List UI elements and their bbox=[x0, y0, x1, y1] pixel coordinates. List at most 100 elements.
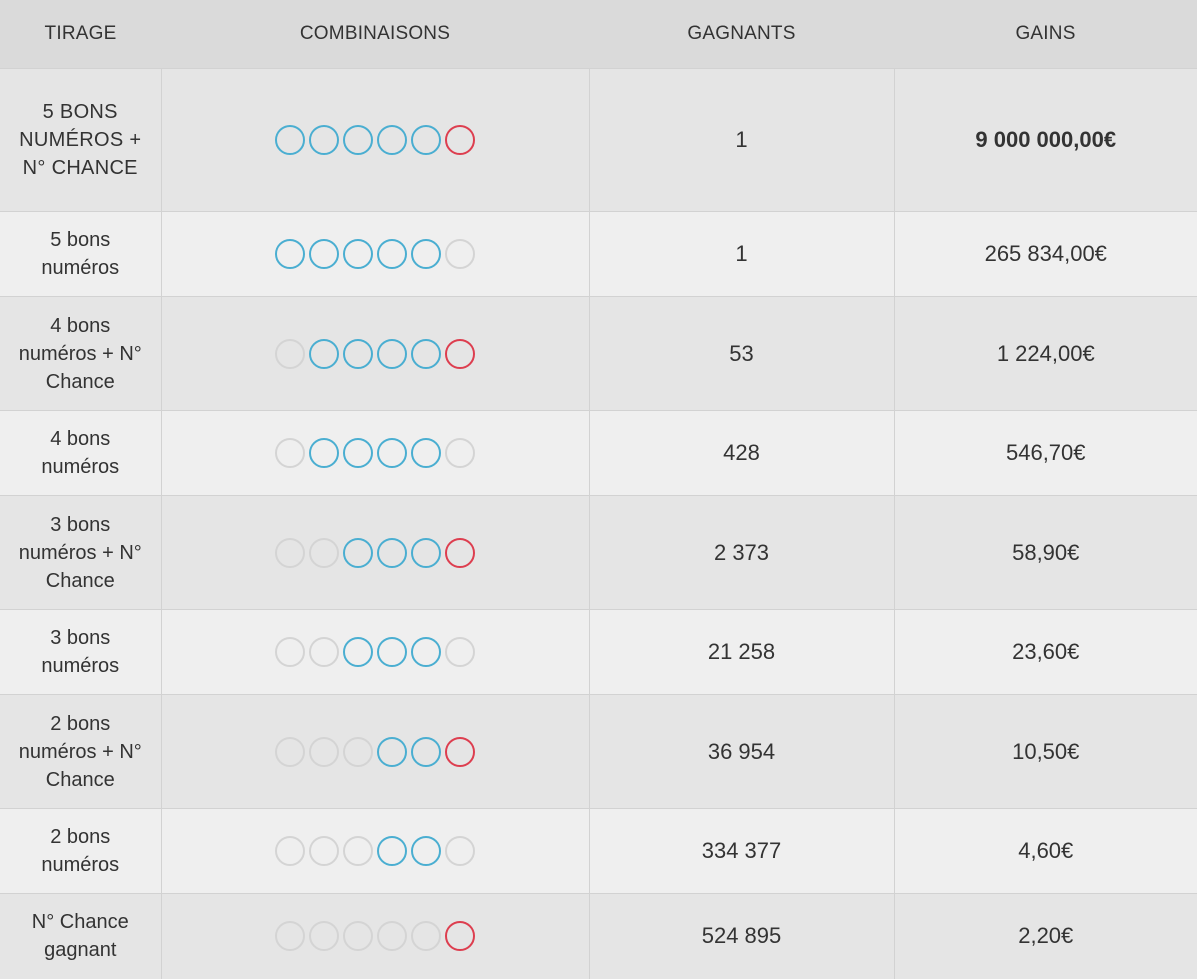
matched-number-ball-icon bbox=[343, 537, 373, 568]
gagnants-cell: 524 895 bbox=[589, 893, 895, 979]
combinaison-cell bbox=[161, 211, 590, 297]
matched-number-ball-icon bbox=[309, 438, 339, 468]
matched-number-ball-icon bbox=[343, 438, 373, 468]
chance-number-ball-icon bbox=[445, 537, 475, 568]
combinaison-cell bbox=[161, 808, 590, 894]
matched-number-ball-icon bbox=[309, 338, 339, 369]
combination-balls bbox=[275, 338, 475, 369]
empty-ball-icon bbox=[377, 921, 407, 952]
gagnants-cell: 1 bbox=[589, 211, 895, 297]
combinaison-cell bbox=[161, 296, 590, 411]
table-row: N° Chance gagnant 524 895 2,20€ bbox=[0, 893, 1197, 979]
matched-number-ball-icon bbox=[377, 239, 407, 269]
combinaison-cell bbox=[161, 694, 590, 809]
empty-ball-icon bbox=[309, 921, 339, 952]
empty-ball-icon bbox=[343, 836, 373, 866]
matched-number-ball-icon bbox=[377, 836, 407, 866]
matched-number-ball-icon bbox=[309, 125, 339, 155]
matched-number-ball-icon bbox=[411, 736, 441, 767]
table-row: 2 bons numéros + N° Chance 36 954 10,50€ bbox=[0, 694, 1197, 809]
gains-cell: 10,50€ bbox=[894, 694, 1197, 809]
gagnants-cell: 36 954 bbox=[589, 694, 895, 809]
gains-cell: 58,90€ bbox=[894, 495, 1197, 610]
table-row: 2 bons numéros 334 377 4,60€ bbox=[0, 808, 1197, 894]
combinaison-cell bbox=[161, 893, 590, 979]
matched-number-ball-icon bbox=[411, 537, 441, 568]
table-row: 3 bons numéros 21 258 23,60€ bbox=[0, 609, 1197, 695]
matched-number-ball-icon bbox=[411, 438, 441, 468]
empty-ball-icon bbox=[309, 836, 339, 866]
tirage-cell: 4 bons numéros + N° Chance bbox=[0, 296, 162, 411]
matched-number-ball-icon bbox=[343, 125, 373, 155]
gagnants-cell: 53 bbox=[589, 296, 895, 411]
matched-number-ball-icon bbox=[377, 736, 407, 767]
empty-ball-icon bbox=[275, 537, 305, 568]
results-table: TIRAGE COMBINAISONS GAGNANTS GAINS 5 BON… bbox=[0, 0, 1197, 979]
matched-number-ball-icon bbox=[377, 125, 407, 155]
combination-balls bbox=[275, 637, 475, 667]
chance-number-ball-icon bbox=[445, 338, 475, 369]
combination-balls bbox=[275, 921, 475, 952]
combination-balls bbox=[275, 438, 475, 468]
table-row: 4 bons numéros 428 546,70€ bbox=[0, 410, 1197, 496]
empty-ball-icon bbox=[411, 921, 441, 952]
empty-ball-icon bbox=[275, 637, 305, 667]
table-row: 3 bons numéros + N° Chance 2 373 58,90€ bbox=[0, 495, 1197, 610]
matched-number-ball-icon bbox=[411, 239, 441, 269]
matched-number-ball-icon bbox=[343, 239, 373, 269]
matched-number-ball-icon bbox=[411, 836, 441, 866]
tirage-cell: 5 bons numéros bbox=[0, 211, 162, 297]
combinaison-cell bbox=[161, 410, 590, 496]
empty-ball-icon bbox=[309, 736, 339, 767]
combination-balls bbox=[275, 537, 475, 568]
matched-number-ball-icon bbox=[309, 239, 339, 269]
combination-balls bbox=[275, 736, 475, 767]
gains-cell: 4,60€ bbox=[894, 808, 1197, 894]
matched-number-ball-icon bbox=[275, 125, 305, 155]
table-row: 5 bons numéros 1 265 834,00€ bbox=[0, 211, 1197, 297]
tirage-cell: 2 bons numéros bbox=[0, 808, 162, 894]
matched-number-ball-icon bbox=[377, 438, 407, 468]
gains-cell: 9 000 000,00€ bbox=[894, 68, 1197, 212]
tirage-cell: 3 bons numéros + N° Chance bbox=[0, 495, 162, 610]
combinaison-cell bbox=[161, 495, 590, 610]
matched-number-ball-icon bbox=[377, 637, 407, 667]
matched-number-ball-icon bbox=[411, 125, 441, 155]
chance-number-ball-icon bbox=[445, 921, 475, 952]
empty-ball-icon bbox=[309, 537, 339, 568]
combination-balls bbox=[275, 239, 475, 269]
matched-number-ball-icon bbox=[377, 338, 407, 369]
gains-cell: 23,60€ bbox=[894, 609, 1197, 695]
gains-cell: 265 834,00€ bbox=[894, 211, 1197, 297]
combinaison-cell bbox=[161, 609, 590, 695]
empty-ball-icon bbox=[275, 736, 305, 767]
empty-ball-icon bbox=[445, 637, 475, 667]
matched-number-ball-icon bbox=[377, 537, 407, 568]
empty-ball-icon bbox=[309, 637, 339, 667]
header-combinaisons: COMBINAISONS bbox=[161, 0, 589, 69]
gagnants-cell: 21 258 bbox=[589, 609, 895, 695]
empty-ball-icon bbox=[343, 921, 373, 952]
gagnants-cell: 2 373 bbox=[589, 495, 895, 610]
empty-ball-icon bbox=[275, 836, 305, 866]
matched-number-ball-icon bbox=[411, 637, 441, 667]
gains-cell: 546,70€ bbox=[894, 410, 1197, 496]
tirage-cell: 2 bons numéros + N° Chance bbox=[0, 694, 162, 809]
table-header: TIRAGE COMBINAISONS GAGNANTS GAINS bbox=[0, 0, 1197, 69]
tirage-cell: 4 bons numéros bbox=[0, 410, 162, 496]
tirage-cell: 3 bons numéros bbox=[0, 609, 162, 695]
empty-ball-icon bbox=[445, 239, 475, 269]
empty-ball-icon bbox=[445, 438, 475, 468]
combinaison-cell bbox=[161, 68, 590, 212]
matched-number-ball-icon bbox=[275, 239, 305, 269]
combination-balls bbox=[275, 836, 475, 866]
empty-ball-icon bbox=[275, 338, 305, 369]
table-row: 4 bons numéros + N° Chance 53 1 224,00€ bbox=[0, 296, 1197, 411]
empty-ball-icon bbox=[275, 921, 305, 952]
header-gagnants: GAGNANTS bbox=[589, 0, 894, 69]
chance-number-ball-icon bbox=[445, 736, 475, 767]
matched-number-ball-icon bbox=[411, 338, 441, 369]
chance-number-ball-icon bbox=[445, 125, 475, 155]
gagnants-cell: 428 bbox=[589, 410, 895, 496]
tirage-cell: N° Chance gagnant bbox=[0, 893, 162, 979]
